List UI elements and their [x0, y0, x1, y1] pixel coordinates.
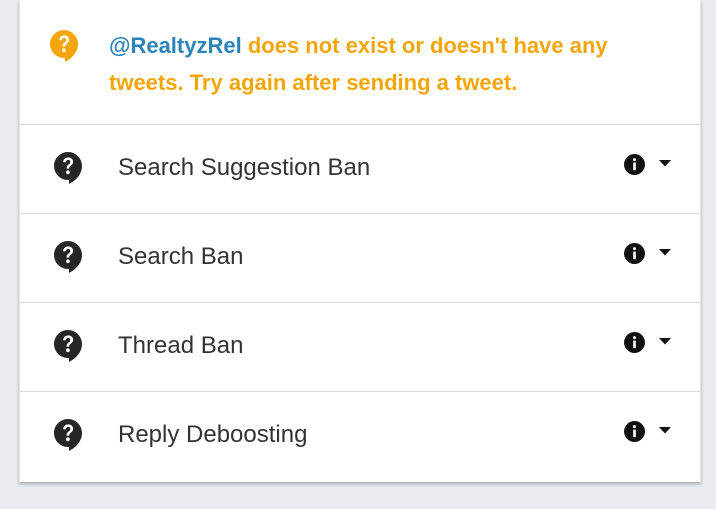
- info-icon[interactable]: [624, 421, 645, 442]
- caret-down-icon[interactable]: [659, 249, 671, 256]
- check-row-search-suggestion-ban[interactable]: Search Suggestion Ban: [20, 125, 700, 214]
- check-label: Search Suggestion Ban: [118, 154, 371, 181]
- check-label: Search Ban: [118, 243, 244, 270]
- info-icon[interactable]: [624, 243, 645, 264]
- user-not-found-notice: @RealtyzRel does not exist or doesn't ha…: [20, 0, 700, 125]
- caret-down-icon[interactable]: [659, 160, 671, 167]
- info-icon[interactable]: [624, 154, 645, 175]
- notice-message: @RealtyzRel does not exist or doesn't ha…: [109, 27, 669, 101]
- question-bubble-icon: [54, 241, 82, 273]
- info-icon[interactable]: [624, 332, 645, 353]
- question-bubble-icon: [54, 419, 82, 451]
- question-bubble-icon: [54, 152, 82, 184]
- caret-down-icon[interactable]: [659, 427, 671, 434]
- check-label: Thread Ban: [118, 332, 244, 359]
- check-row-search-ban[interactable]: Search Ban: [20, 214, 700, 303]
- question-bubble-icon: [50, 30, 78, 62]
- user-handle: @RealtyzRel: [109, 33, 242, 58]
- results-card: @RealtyzRel does not exist or doesn't ha…: [19, 0, 701, 482]
- question-bubble-icon: [54, 330, 82, 362]
- caret-down-icon[interactable]: [659, 338, 671, 345]
- check-label: Reply Deboosting: [118, 421, 308, 448]
- check-row-reply-deboosting[interactable]: Reply Deboosting: [20, 392, 700, 481]
- check-row-thread-ban[interactable]: Thread Ban: [20, 303, 700, 392]
